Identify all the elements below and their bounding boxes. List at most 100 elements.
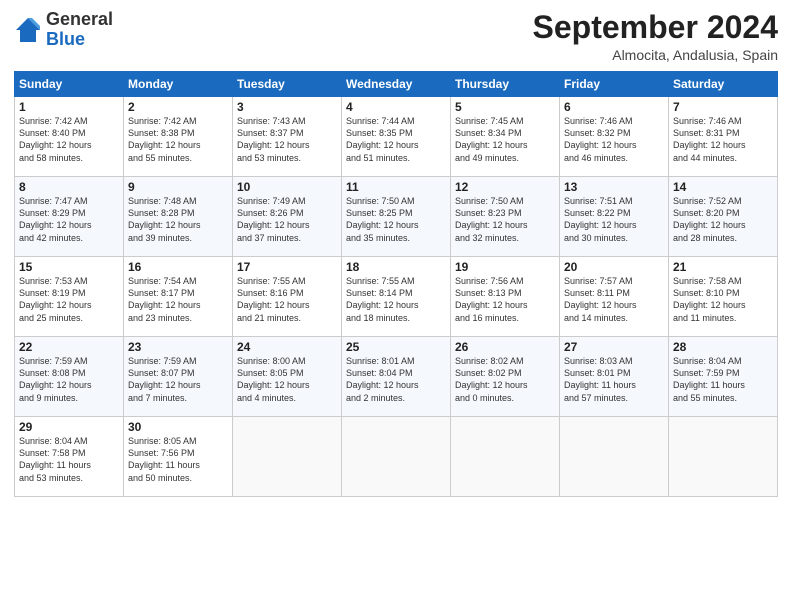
day-info: Sunrise: 7:42 AM Sunset: 8:38 PM Dayligh… xyxy=(128,115,228,164)
day-info: Sunrise: 7:56 AM Sunset: 8:13 PM Dayligh… xyxy=(455,275,555,324)
day-cell: 20Sunrise: 7:57 AM Sunset: 8:11 PM Dayli… xyxy=(560,257,669,337)
day-info: Sunrise: 7:55 AM Sunset: 8:14 PM Dayligh… xyxy=(346,275,446,324)
day-info: Sunrise: 7:50 AM Sunset: 8:23 PM Dayligh… xyxy=(455,195,555,244)
day-number: 9 xyxy=(128,180,228,194)
day-info: Sunrise: 7:57 AM Sunset: 8:11 PM Dayligh… xyxy=(564,275,664,324)
calendar: SundayMondayTuesdayWednesdayThursdayFrid… xyxy=(14,71,778,497)
day-header-friday: Friday xyxy=(560,72,669,97)
day-cell: 13Sunrise: 7:51 AM Sunset: 8:22 PM Dayli… xyxy=(560,177,669,257)
week-row-4: 22Sunrise: 7:59 AM Sunset: 8:08 PM Dayli… xyxy=(15,337,778,417)
day-number: 3 xyxy=(237,100,337,114)
day-info: Sunrise: 8:03 AM Sunset: 8:01 PM Dayligh… xyxy=(564,355,664,404)
day-cell: 25Sunrise: 8:01 AM Sunset: 8:04 PM Dayli… xyxy=(342,337,451,417)
day-cell: 5Sunrise: 7:45 AM Sunset: 8:34 PM Daylig… xyxy=(451,97,560,177)
page-header: General Blue September 2024 Almocita, An… xyxy=(14,10,778,63)
day-info: Sunrise: 8:05 AM Sunset: 7:56 PM Dayligh… xyxy=(128,435,228,484)
day-header-tuesday: Tuesday xyxy=(233,72,342,97)
header-row: SundayMondayTuesdayWednesdayThursdayFrid… xyxy=(15,72,778,97)
day-number: 29 xyxy=(19,420,119,434)
logo-blue: Blue xyxy=(46,29,85,49)
day-number: 16 xyxy=(128,260,228,274)
day-number: 22 xyxy=(19,340,119,354)
day-info: Sunrise: 8:02 AM Sunset: 8:02 PM Dayligh… xyxy=(455,355,555,404)
day-cell: 27Sunrise: 8:03 AM Sunset: 8:01 PM Dayli… xyxy=(560,337,669,417)
logo: General Blue xyxy=(14,10,113,50)
week-row-5: 29Sunrise: 8:04 AM Sunset: 7:58 PM Dayli… xyxy=(15,417,778,497)
day-info: Sunrise: 8:01 AM Sunset: 8:04 PM Dayligh… xyxy=(346,355,446,404)
day-cell xyxy=(451,417,560,497)
day-number: 11 xyxy=(346,180,446,194)
day-cell xyxy=(669,417,778,497)
day-info: Sunrise: 7:48 AM Sunset: 8:28 PM Dayligh… xyxy=(128,195,228,244)
day-header-saturday: Saturday xyxy=(669,72,778,97)
day-cell: 6Sunrise: 7:46 AM Sunset: 8:32 PM Daylig… xyxy=(560,97,669,177)
week-row-3: 15Sunrise: 7:53 AM Sunset: 8:19 PM Dayli… xyxy=(15,257,778,337)
day-number: 20 xyxy=(564,260,664,274)
day-number: 26 xyxy=(455,340,555,354)
day-number: 17 xyxy=(237,260,337,274)
day-cell: 19Sunrise: 7:56 AM Sunset: 8:13 PM Dayli… xyxy=(451,257,560,337)
day-cell: 14Sunrise: 7:52 AM Sunset: 8:20 PM Dayli… xyxy=(669,177,778,257)
day-info: Sunrise: 7:46 AM Sunset: 8:31 PM Dayligh… xyxy=(673,115,773,164)
day-cell xyxy=(560,417,669,497)
day-header-wednesday: Wednesday xyxy=(342,72,451,97)
day-cell: 16Sunrise: 7:54 AM Sunset: 8:17 PM Dayli… xyxy=(124,257,233,337)
day-cell: 2Sunrise: 7:42 AM Sunset: 8:38 PM Daylig… xyxy=(124,97,233,177)
day-cell: 10Sunrise: 7:49 AM Sunset: 8:26 PM Dayli… xyxy=(233,177,342,257)
day-number: 7 xyxy=(673,100,773,114)
day-number: 6 xyxy=(564,100,664,114)
day-info: Sunrise: 7:58 AM Sunset: 8:10 PM Dayligh… xyxy=(673,275,773,324)
day-number: 23 xyxy=(128,340,228,354)
day-number: 15 xyxy=(19,260,119,274)
day-number: 18 xyxy=(346,260,446,274)
day-cell: 18Sunrise: 7:55 AM Sunset: 8:14 PM Dayli… xyxy=(342,257,451,337)
day-cell: 24Sunrise: 8:00 AM Sunset: 8:05 PM Dayli… xyxy=(233,337,342,417)
day-cell: 28Sunrise: 8:04 AM Sunset: 7:59 PM Dayli… xyxy=(669,337,778,417)
day-number: 13 xyxy=(564,180,664,194)
day-info: Sunrise: 8:04 AM Sunset: 7:58 PM Dayligh… xyxy=(19,435,119,484)
day-cell: 3Sunrise: 7:43 AM Sunset: 8:37 PM Daylig… xyxy=(233,97,342,177)
day-cell xyxy=(233,417,342,497)
day-number: 4 xyxy=(346,100,446,114)
day-number: 14 xyxy=(673,180,773,194)
day-number: 12 xyxy=(455,180,555,194)
day-cell: 22Sunrise: 7:59 AM Sunset: 8:08 PM Dayli… xyxy=(15,337,124,417)
month-title: September 2024 xyxy=(533,10,778,45)
day-header-sunday: Sunday xyxy=(15,72,124,97)
day-info: Sunrise: 7:47 AM Sunset: 8:29 PM Dayligh… xyxy=(19,195,119,244)
day-info: Sunrise: 8:00 AM Sunset: 8:05 PM Dayligh… xyxy=(237,355,337,404)
day-info: Sunrise: 7:59 AM Sunset: 8:08 PM Dayligh… xyxy=(19,355,119,404)
day-cell: 9Sunrise: 7:48 AM Sunset: 8:28 PM Daylig… xyxy=(124,177,233,257)
day-number: 19 xyxy=(455,260,555,274)
day-number: 5 xyxy=(455,100,555,114)
day-info: Sunrise: 7:54 AM Sunset: 8:17 PM Dayligh… xyxy=(128,275,228,324)
day-header-thursday: Thursday xyxy=(451,72,560,97)
location: Almocita, Andalusia, Spain xyxy=(533,47,778,63)
day-number: 2 xyxy=(128,100,228,114)
day-cell: 7Sunrise: 7:46 AM Sunset: 8:31 PM Daylig… xyxy=(669,97,778,177)
day-info: Sunrise: 7:55 AM Sunset: 8:16 PM Dayligh… xyxy=(237,275,337,324)
day-info: Sunrise: 7:42 AM Sunset: 8:40 PM Dayligh… xyxy=(19,115,119,164)
day-cell xyxy=(342,417,451,497)
day-info: Sunrise: 7:52 AM Sunset: 8:20 PM Dayligh… xyxy=(673,195,773,244)
logo-general: General xyxy=(46,9,113,29)
day-cell: 17Sunrise: 7:55 AM Sunset: 8:16 PM Dayli… xyxy=(233,257,342,337)
day-info: Sunrise: 7:44 AM Sunset: 8:35 PM Dayligh… xyxy=(346,115,446,164)
day-number: 27 xyxy=(564,340,664,354)
day-number: 1 xyxy=(19,100,119,114)
day-cell: 26Sunrise: 8:02 AM Sunset: 8:02 PM Dayli… xyxy=(451,337,560,417)
day-info: Sunrise: 7:43 AM Sunset: 8:37 PM Dayligh… xyxy=(237,115,337,164)
day-cell: 12Sunrise: 7:50 AM Sunset: 8:23 PM Dayli… xyxy=(451,177,560,257)
day-cell: 30Sunrise: 8:05 AM Sunset: 7:56 PM Dayli… xyxy=(124,417,233,497)
day-cell: 23Sunrise: 7:59 AM Sunset: 8:07 PM Dayli… xyxy=(124,337,233,417)
day-number: 24 xyxy=(237,340,337,354)
week-row-1: 1Sunrise: 7:42 AM Sunset: 8:40 PM Daylig… xyxy=(15,97,778,177)
day-cell: 21Sunrise: 7:58 AM Sunset: 8:10 PM Dayli… xyxy=(669,257,778,337)
day-number: 30 xyxy=(128,420,228,434)
day-number: 25 xyxy=(346,340,446,354)
day-info: Sunrise: 7:59 AM Sunset: 8:07 PM Dayligh… xyxy=(128,355,228,404)
day-number: 8 xyxy=(19,180,119,194)
logo-icon xyxy=(14,16,42,44)
day-info: Sunrise: 7:49 AM Sunset: 8:26 PM Dayligh… xyxy=(237,195,337,244)
title-block: September 2024 Almocita, Andalusia, Spai… xyxy=(533,10,778,63)
